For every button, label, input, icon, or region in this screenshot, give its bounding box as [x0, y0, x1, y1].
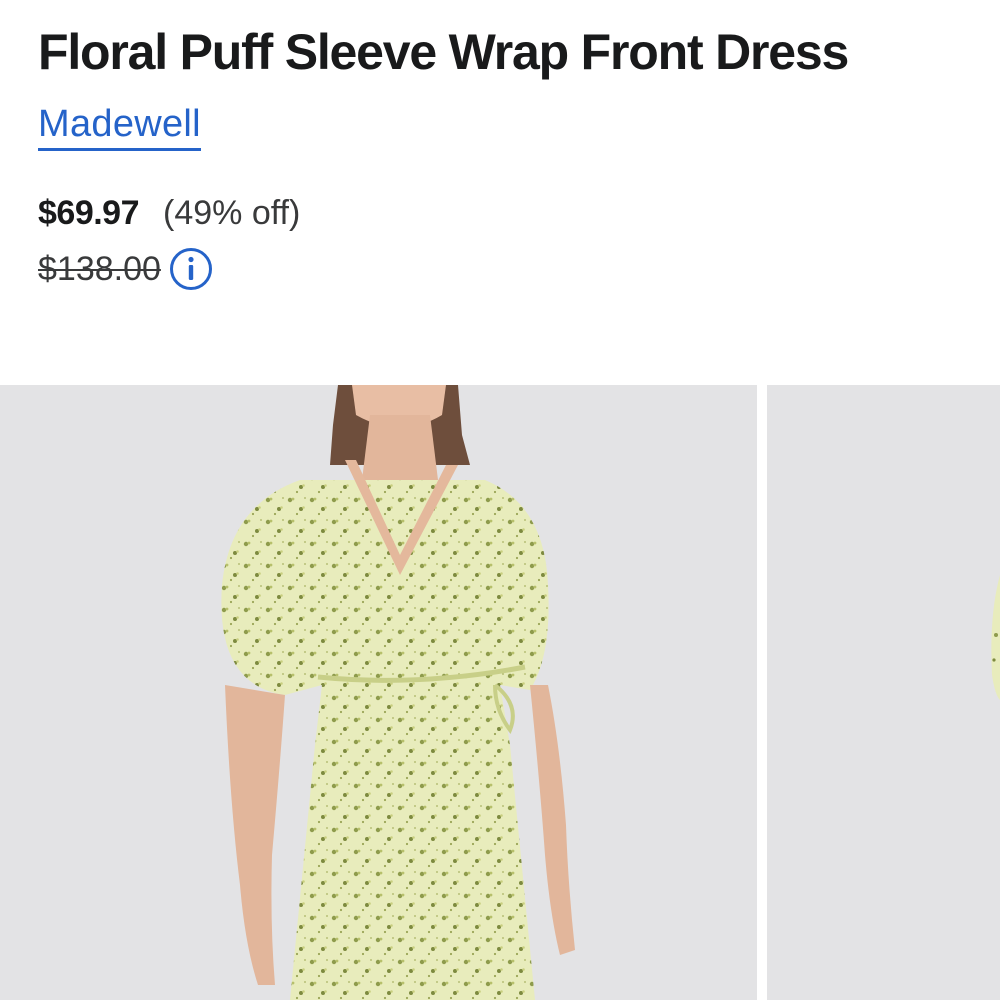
model-photo [0, 385, 757, 1000]
product-title: Floral Puff Sleeve Wrap Front Dress [38, 24, 849, 80]
product-info: Floral Puff Sleeve Wrap Front Dress Made… [38, 0, 958, 293]
product-page: Floral Puff Sleeve Wrap Front Dress Made… [0, 0, 1000, 1000]
sale-price: $69.97 [38, 193, 140, 232]
original-price-row: $138.00 [38, 245, 958, 293]
discount-percent: (49% off) [163, 193, 301, 232]
model-photo-partial [767, 385, 1000, 1000]
product-image-gallery[interactable] [0, 385, 1000, 1000]
original-price: $138.00 [38, 249, 161, 288]
info-circle-icon[interactable] [169, 247, 213, 291]
product-image-main[interactable] [0, 385, 757, 1000]
product-image-next[interactable] [767, 385, 1000, 1000]
brand-link[interactable]: Madewell [38, 102, 201, 151]
price-row: $69.97 (49% off) [38, 191, 958, 235]
